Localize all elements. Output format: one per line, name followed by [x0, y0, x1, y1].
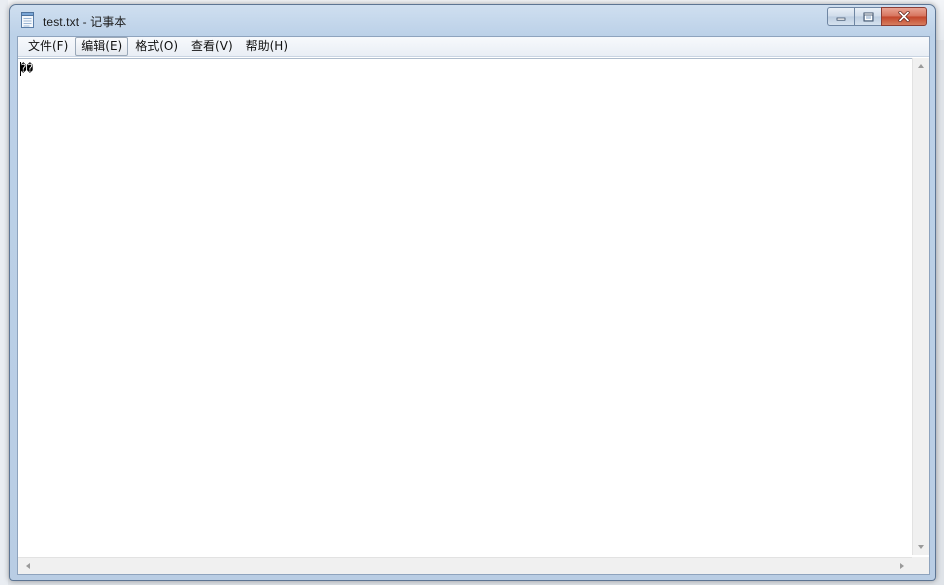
menu-view[interactable]: 查看(V) [185, 37, 239, 56]
close-button[interactable] [881, 7, 927, 26]
close-icon [898, 11, 910, 22]
scroll-right-icon[interactable] [900, 563, 904, 569]
menu-help[interactable]: 帮助(H) [240, 37, 294, 56]
title-bar[interactable]: test.txt - 记事本 [10, 5, 935, 35]
horizontal-scrollbar[interactable] [18, 557, 912, 574]
caption-buttons [827, 7, 927, 27]
window-title: test.txt - 记事本 [43, 15, 127, 29]
menu-bar: 文件(F) 编辑(E) 格式(O) 查看(V) 帮助(H) [18, 37, 929, 57]
minimize-button[interactable] [827, 7, 854, 26]
minimize-icon [836, 17, 846, 21]
menu-format[interactable]: 格式(O) [129, 37, 184, 56]
scroll-left-icon[interactable] [26, 563, 30, 569]
background-window-edge [0, 0, 8, 585]
maximize-icon [863, 12, 873, 21]
editor-content: �� [20, 62, 34, 75]
notepad-icon [21, 12, 34, 28]
text-caret [20, 62, 21, 76]
size-grip[interactable] [912, 557, 929, 574]
notepad-window: test.txt - 记事本 文件(F) 编辑(E) 格式(O) 查看(V) 帮… [9, 4, 936, 581]
scroll-up-icon[interactable] [918, 64, 924, 68]
vertical-scrollbar[interactable] [912, 58, 929, 555]
menu-file[interactable]: 文件(F) [22, 37, 74, 56]
scroll-down-icon[interactable] [918, 545, 924, 549]
maximize-button[interactable] [854, 7, 881, 26]
text-editor[interactable]: �� [18, 58, 912, 556]
menu-edit[interactable]: 编辑(E) [75, 37, 129, 56]
client-area: 文件(F) 编辑(E) 格式(O) 查看(V) 帮助(H) �� [17, 36, 930, 575]
